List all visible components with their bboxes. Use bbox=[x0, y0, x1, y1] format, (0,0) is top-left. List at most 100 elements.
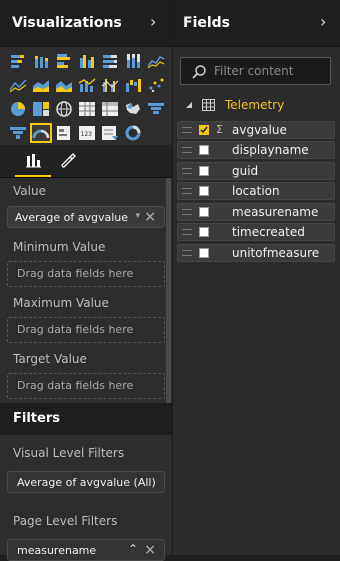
checkbox[interactable] bbox=[199, 186, 209, 196]
maximum-value-dropzone[interactable]: Drag data fields here bbox=[7, 317, 165, 343]
field-name: timecreated bbox=[232, 225, 305, 239]
donut-icon[interactable] bbox=[124, 125, 142, 141]
search-box[interactable] bbox=[180, 57, 331, 85]
clustered-column-icon[interactable] bbox=[78, 53, 96, 69]
matrix-icon[interactable] bbox=[101, 101, 119, 117]
visualizations-pane: Visualizations › 123 Value Average of av… bbox=[0, 0, 173, 561]
visual-filter-text: Average of avgvalue (All) bbox=[17, 476, 156, 489]
gauge-icon[interactable] bbox=[30, 123, 52, 143]
visual-level-filters-label: Visual Level Filters bbox=[13, 446, 125, 460]
drag-handle-icon[interactable] bbox=[182, 209, 192, 215]
field-item-timecreated[interactable]: timecreated bbox=[177, 223, 335, 241]
field-item-displayname[interactable]: displayname bbox=[177, 141, 335, 159]
table-icon[interactable] bbox=[78, 101, 96, 117]
drag-placeholder-text: Drag data fields here bbox=[17, 323, 134, 336]
field-name: location bbox=[232, 184, 280, 198]
funnel-filter-icon[interactable] bbox=[9, 125, 27, 141]
collapse-arrow-icon[interactable] bbox=[185, 101, 193, 109]
drag-handle-icon[interactable] bbox=[182, 250, 192, 256]
fields-header: Fields › bbox=[173, 0, 340, 47]
waterfall-icon[interactable] bbox=[124, 77, 142, 93]
field-item-guid[interactable]: guid bbox=[177, 162, 335, 180]
checkbox[interactable] bbox=[199, 145, 209, 155]
field-name: avgvalue bbox=[232, 123, 287, 137]
multi-row-card-icon[interactable]: 123 bbox=[78, 125, 96, 141]
stacked-column-icon[interactable] bbox=[32, 53, 50, 69]
visual-filter-pill[interactable]: Average of avgvalue (All) bbox=[7, 471, 165, 493]
scatter-icon[interactable] bbox=[147, 77, 165, 93]
checkbox-checked[interactable] bbox=[199, 125, 209, 135]
drag-handle-icon[interactable] bbox=[182, 147, 192, 153]
100-stacked-column-icon[interactable] bbox=[124, 53, 142, 69]
stacked-bar-icon[interactable] bbox=[9, 53, 27, 69]
line-column-icon[interactable] bbox=[55, 77, 73, 93]
chevron-up-icon[interactable]: ⌃ bbox=[128, 542, 138, 556]
field-item-measurename[interactable]: measurename bbox=[177, 203, 335, 221]
search-input[interactable] bbox=[214, 63, 326, 79]
value-field-pill[interactable]: Average of avgvalue ▾ × bbox=[7, 206, 165, 228]
field-item-avgvalue[interactable]: Σ avgvalue bbox=[177, 121, 335, 139]
map-icon[interactable] bbox=[55, 101, 73, 117]
drag-handle-icon[interactable] bbox=[182, 188, 192, 194]
close-icon[interactable]: × bbox=[144, 209, 156, 225]
target-value-dropzone[interactable]: Drag data fields here bbox=[7, 373, 165, 399]
checkbox[interactable] bbox=[199, 207, 209, 217]
checkbox[interactable] bbox=[199, 166, 209, 176]
page-filter-text: measurename bbox=[17, 544, 97, 557]
card-icon[interactable] bbox=[55, 125, 73, 141]
clustered-bar-icon[interactable] bbox=[55, 53, 73, 69]
drag-placeholder-text: Drag data fields here bbox=[17, 267, 134, 280]
visualizations-header: Visualizations › bbox=[0, 0, 172, 47]
app-frame: Visualizations › 123 Value Average of av… bbox=[0, 0, 340, 561]
drag-handle-icon[interactable] bbox=[182, 229, 192, 235]
page-filter-pill[interactable]: measurename ⌃ × bbox=[7, 539, 165, 561]
funnel-icon[interactable] bbox=[147, 101, 165, 117]
format-tab-icon bbox=[61, 153, 76, 168]
100-stacked-bar-icon[interactable] bbox=[101, 53, 119, 69]
stacked-area-icon[interactable] bbox=[32, 77, 50, 93]
table-icon bbox=[202, 99, 215, 111]
table-name: Telemetry bbox=[225, 98, 285, 112]
minimum-value-label: Minimum Value bbox=[13, 240, 106, 254]
ribbon-chart-icon[interactable] bbox=[101, 77, 119, 93]
page-level-filters-label: Page Level Filters bbox=[13, 514, 118, 528]
slicer-icon[interactable] bbox=[101, 125, 119, 141]
field-name: measurename bbox=[232, 205, 319, 219]
minimum-value-dropzone[interactable]: Drag data fields here bbox=[7, 261, 165, 287]
value-field-text: Average of avgvalue bbox=[15, 211, 129, 224]
field-name: displayname bbox=[232, 143, 309, 157]
visualizations-tabs bbox=[0, 145, 172, 178]
chevron-down-icon[interactable]: ▾ bbox=[135, 211, 140, 221]
sigma-icon: Σ bbox=[216, 123, 223, 136]
drag-handle-icon[interactable] bbox=[182, 127, 192, 133]
field-wells: Value Average of avgvalue ▾ × Minimum Va… bbox=[0, 178, 166, 403]
tab-fields[interactable] bbox=[15, 145, 51, 177]
field-item-location[interactable]: location bbox=[177, 182, 335, 200]
field-name: guid bbox=[232, 164, 259, 178]
collapse-fields-chevron-icon[interactable]: › bbox=[320, 14, 326, 30]
filters-header: Filters bbox=[0, 403, 172, 435]
collapse-visualizations-chevron-icon[interactable]: › bbox=[150, 14, 156, 30]
search-icon bbox=[192, 65, 206, 79]
checkbox[interactable] bbox=[199, 227, 209, 237]
tab-format[interactable] bbox=[50, 145, 86, 177]
wells-scrollbar[interactable] bbox=[166, 178, 171, 403]
visualization-gallery: 123 bbox=[9, 53, 165, 143]
line-chart-icon[interactable] bbox=[147, 53, 165, 69]
maximum-value-label: Maximum Value bbox=[13, 296, 109, 310]
target-value-label: Target Value bbox=[13, 352, 87, 366]
fields-title: Fields bbox=[183, 15, 231, 31]
checkbox[interactable] bbox=[199, 248, 209, 258]
svg-text:123: 123 bbox=[81, 131, 93, 138]
wells-scrollbar-thumb[interactable] bbox=[166, 178, 171, 403]
fields-pane: Fields › Telemetry Σ avgvalue displaynam… bbox=[173, 0, 340, 555]
area-chart-icon[interactable] bbox=[9, 77, 27, 93]
filled-map-icon[interactable] bbox=[124, 101, 142, 117]
field-item-unitofmeasure[interactable]: unitofmeasure bbox=[177, 244, 335, 262]
table-node-telemetry[interactable]: Telemetry bbox=[185, 97, 335, 115]
close-icon[interactable]: × bbox=[144, 542, 156, 558]
drag-handle-icon[interactable] bbox=[182, 168, 192, 174]
line-clustered-column-icon[interactable] bbox=[78, 77, 96, 93]
pie-chart-icon[interactable] bbox=[9, 101, 27, 117]
treemap-icon[interactable] bbox=[32, 101, 50, 117]
